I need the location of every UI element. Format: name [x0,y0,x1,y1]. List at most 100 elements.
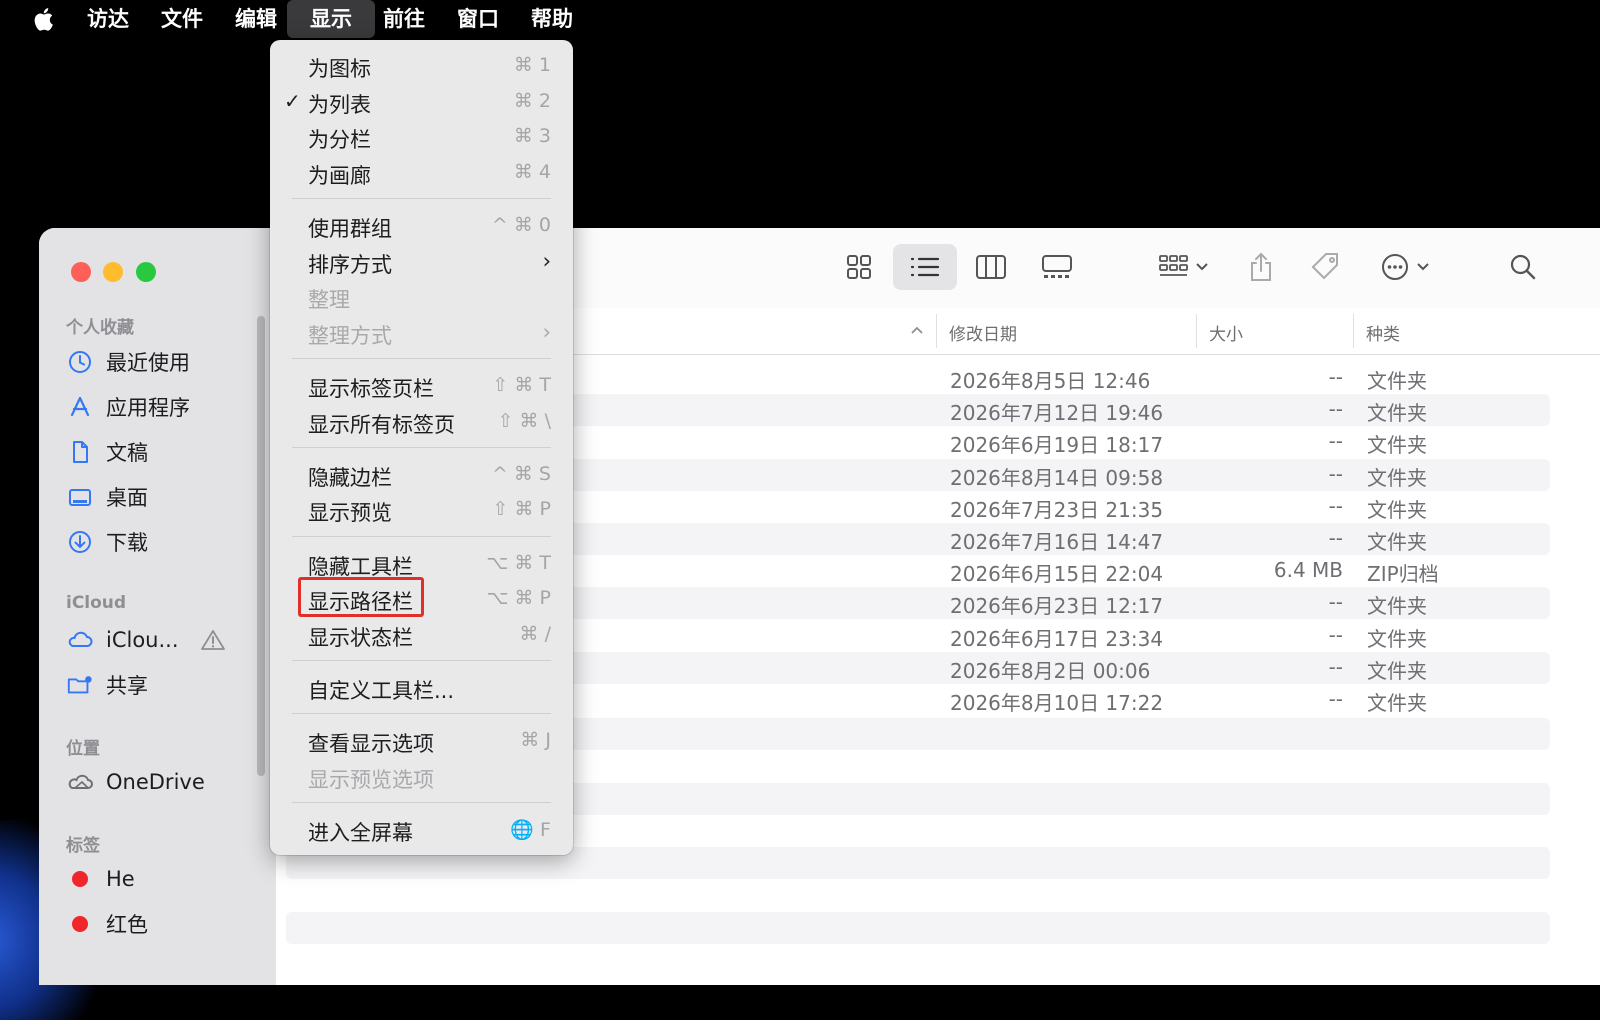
menu-item-sort-by[interactable]: 排序方式 › [270,246,573,280]
menu-item-customize-toolbar[interactable]: 自定义工具栏... [270,672,573,706]
file-size: -- [1328,429,1343,454]
group-grid-icon [1159,255,1188,276]
tags-header: 标签 [66,836,100,856]
menu-file[interactable]: 文件 [154,0,210,38]
close-button[interactable] [71,262,91,282]
sidebar-item-downloads[interactable]: 下载 [66,525,148,559]
menu-item-as-icons[interactable]: 为图标 ⌘ 1 [270,50,573,84]
menu-item-as-columns[interactable]: 为分栏 ⌘ 3 [270,121,573,155]
sidebar-item-desktop[interactable]: 桌面 [66,480,148,514]
file-size: -- [1328,687,1343,711]
search-button[interactable] [1500,244,1546,290]
menu-separator [292,536,551,537]
menu-separator [292,198,551,199]
chevron-down-icon [1196,263,1208,271]
download-icon [66,528,94,556]
menu-item-show-all-tabs[interactable]: 显示所有标签页 ⇧ ⌘ \ [270,406,573,440]
minimize-button[interactable] [103,262,123,282]
chevron-right-icon: › [542,320,551,344]
menu-finder[interactable]: 访达 [80,0,136,38]
gallery-view-button[interactable] [1032,244,1082,290]
action-button[interactable] [1372,244,1438,290]
file-date: 2026年8月14日 09:58 [950,465,1164,490]
menu-item-as-gallery[interactable]: 为画廊 ⌘ 4 [270,157,573,191]
menu-item-shortcut: ⌘ 3 [513,125,551,147]
apple-logo-icon[interactable] [32,5,58,33]
sidebar-item-icloud-drive[interactable]: iClou... [66,623,239,657]
sidebar-item-onedrive[interactable]: OneDrive [66,765,205,799]
highlight-annotation-box [298,577,424,617]
file-kind: 文件夹 [1367,626,1427,651]
share-button[interactable] [1238,244,1284,290]
desktop-icon [66,483,94,511]
icon-view-button[interactable] [834,244,884,290]
sidebar-scrollbar[interactable] [257,316,265,776]
menu-item-shortcut: ⌘ 4 [513,161,551,183]
menu-item-enter-full-screen[interactable]: 进入全屏幕 🌐 F [270,814,573,848]
file-kind: ZIP归档 [1367,562,1439,587]
menu-separator [292,358,551,359]
file-kind: 文件夹 [1367,433,1427,458]
menu-window[interactable]: 窗口 [450,0,506,38]
menu-go[interactable]: 前往 [376,0,432,38]
menu-item-show-preview[interactable]: 显示预览 ⇧ ⌘ P [270,494,573,528]
menu-item-as-list[interactable]: ✓ 为列表 ⌘ 2 [270,86,573,120]
sidebar-tag-red[interactable]: 红色 [66,907,148,941]
sidebar-item-label: He [106,867,135,891]
menu-item-clean-up-by: 整理方式 › [270,317,573,351]
favorites-header: 个人收藏 [66,318,134,338]
applications-icon [66,393,94,421]
file-kind: 文件夹 [1367,369,1427,393]
sidebar-tag-he[interactable]: He [66,862,135,896]
sidebar-item-label: OneDrive [106,770,205,794]
menu-item-clean-up: 整理 [270,281,573,315]
column-size[interactable]: 大小 [1209,320,1243,345]
list-view-button[interactable] [893,244,957,290]
sidebar-item-label: 最近使用 [106,351,190,375]
menu-item-shortcut: ⇧ ⌘ T [492,374,551,396]
column-view-button[interactable] [966,244,1016,290]
menu-view[interactable]: 显示 [287,0,375,38]
column-kind[interactable]: 种类 [1366,320,1400,345]
icloud-header: iCloud [66,593,127,613]
menu-item-use-groups[interactable]: 使用群组 ^ ⌘ 0 [270,210,573,244]
sort-ascending-icon[interactable] [910,325,924,335]
menu-item-show-status-bar[interactable]: 显示状态栏 ⌘ / [270,619,573,653]
file-date: 2026年6月23日 12:17 [950,594,1164,619]
zoom-button[interactable] [136,262,156,282]
chevron-down-icon [1417,263,1429,271]
tag-color-dot [66,865,94,893]
menu-separator [292,447,551,448]
menu-item-show-preview-options: 显示预览选项 [270,761,573,795]
menu-help[interactable]: 帮助 [524,0,580,38]
chevron-right-icon: › [542,249,551,273]
file-kind: 文件夹 [1367,594,1427,619]
menu-edit[interactable]: 编辑 [228,0,284,38]
menu-item-hide-sidebar[interactable]: 隐藏边栏 ^ ⌘ S [270,459,573,493]
sidebar-item-shared[interactable]: 共享 [66,668,148,702]
sidebar-item-recents[interactable]: 最近使用 [66,345,190,379]
menu-item-show-view-options[interactable]: 查看显示选项 ⌘ J [270,725,573,759]
menu-separator [292,713,551,714]
sidebar: 个人收藏 最近使用 应用程序 文稿 桌面 下载 iCloud iClou... … [39,228,276,985]
document-icon [66,438,94,466]
sidebar-item-documents[interactable]: 文稿 [66,435,148,469]
file-kind: 文件夹 [1367,658,1427,683]
menu-item-shortcut: ⌥ ⌘ P [486,587,551,609]
file-kind: 文件夹 [1367,497,1427,522]
menu-item-shortcut: ⌘ 2 [513,90,551,112]
sidebar-item-applications[interactable]: 应用程序 [66,390,190,424]
file-size: -- [1328,590,1343,615]
group-button[interactable] [1148,244,1218,290]
sidebar-item-label: 下载 [106,531,148,555]
menu-item-label: 显示预览 [308,501,392,525]
menu-item-shortcut: 🌐 F [510,819,551,841]
sidebar-item-label: 共享 [106,674,148,698]
menu-item-show-tab-bar[interactable]: 显示标签页栏 ⇧ ⌘ T [270,370,573,404]
tag-button[interactable] [1302,244,1348,290]
column-date[interactable]: 修改日期 [949,320,1017,345]
sidebar-item-label: 桌面 [106,486,148,510]
menu-item-label: 查看显示选项 [308,732,434,756]
file-date: 2026年7月16日 14:47 [950,530,1164,554]
menu-item-label: 使用群组 [308,217,392,241]
